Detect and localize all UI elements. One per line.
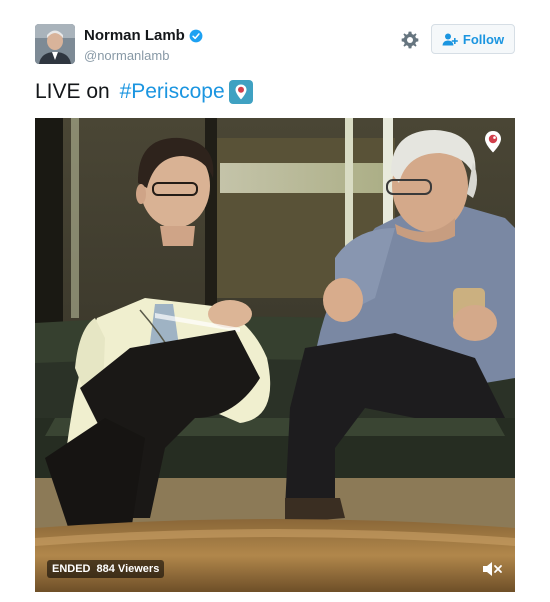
video-frame: [35, 118, 515, 592]
broadcast-status: ENDED: [52, 563, 91, 575]
periscope-icon[interactable]: [483, 130, 503, 154]
hashtag-link[interactable]: #Periscope: [120, 80, 225, 104]
follow-button[interactable]: Follow: [431, 24, 515, 54]
viewer-count: 884 Viewers: [96, 563, 160, 575]
broadcast-status-badge: ENDED 884 Viewers: [47, 560, 165, 578]
verified-badge-icon: [189, 29, 203, 42]
author-info: Norman Lamb @normanlamb: [84, 27, 203, 63]
follow-label: Follow: [462, 31, 505, 47]
periscope-icon: [228, 80, 253, 104]
muted-speaker-icon[interactable]: [481, 559, 503, 579]
video-player[interactable]: ENDED 884 Viewers: [35, 118, 515, 592]
avatar-image: [35, 24, 75, 64]
gear-icon[interactable]: [400, 30, 420, 50]
author-display-name[interactable]: Norman Lamb: [84, 27, 185, 44]
add-person-icon: [442, 33, 458, 45]
author-name-row[interactable]: Norman Lamb: [84, 27, 203, 44]
author-handle[interactable]: @normanlamb: [84, 48, 203, 63]
tweet-text-prefix: LIVE on: [35, 80, 116, 103]
avatar[interactable]: [35, 24, 75, 64]
tweet-text: LIVE on #Periscope: [35, 80, 253, 104]
